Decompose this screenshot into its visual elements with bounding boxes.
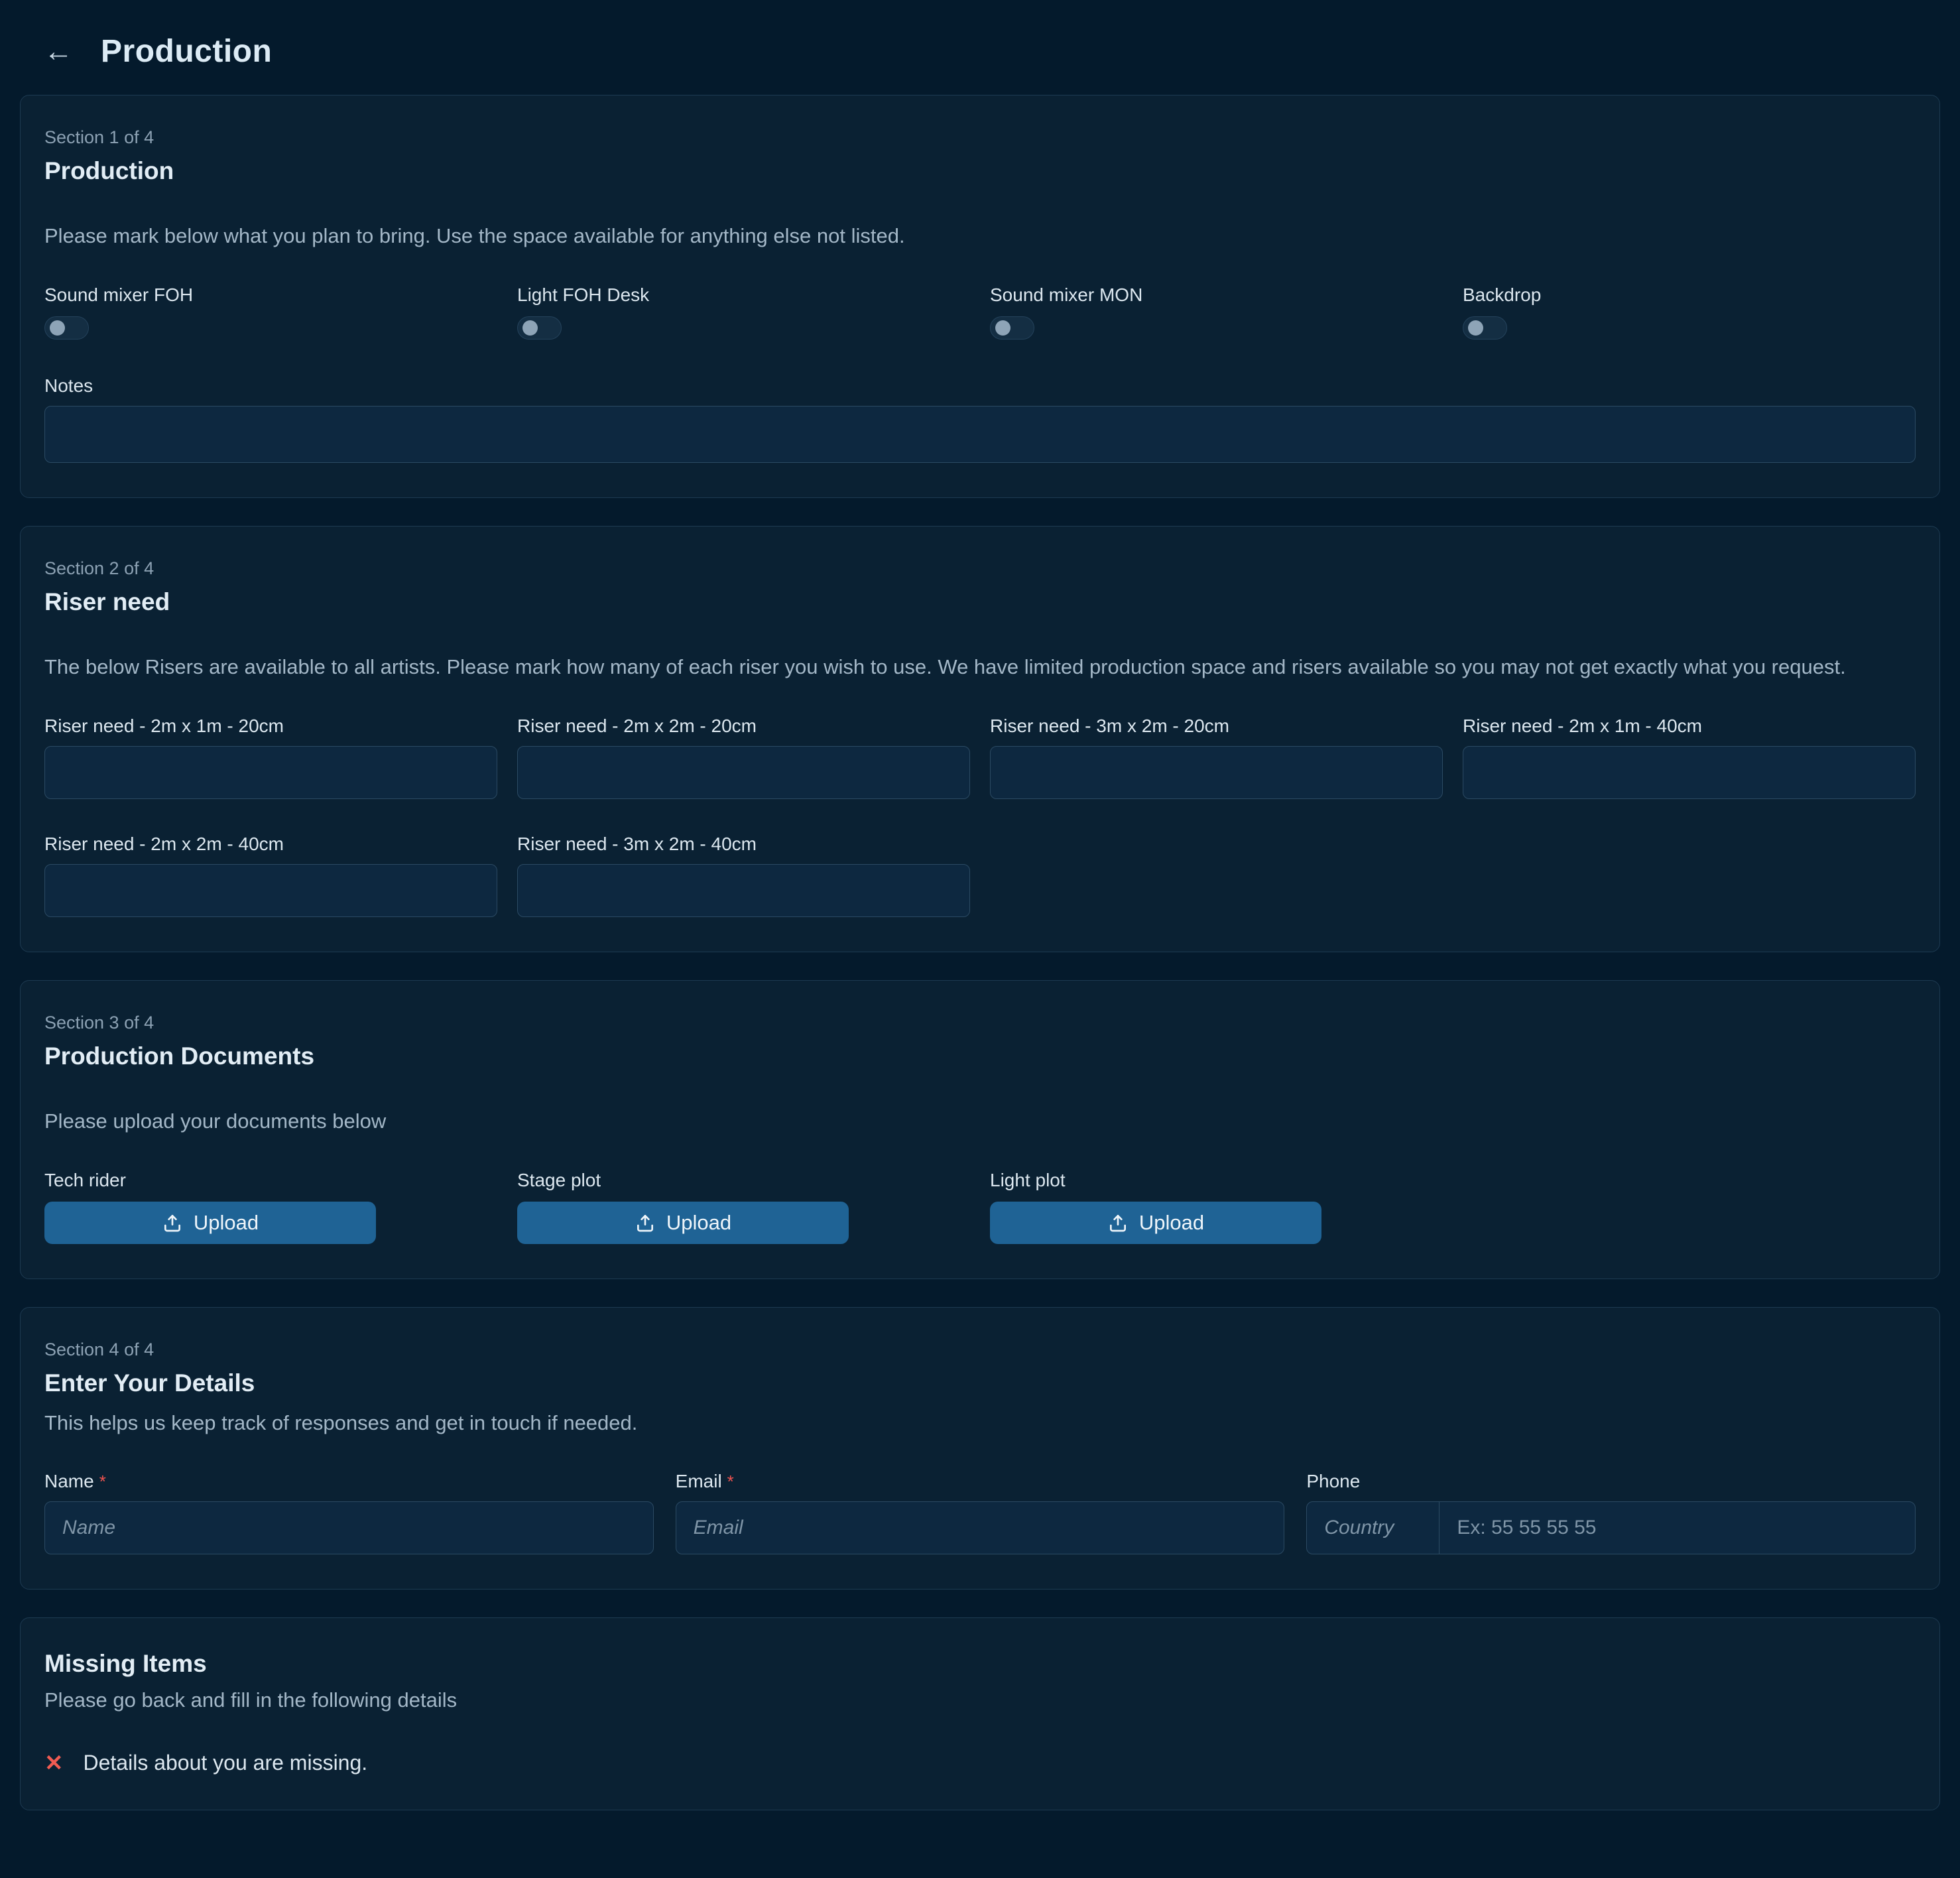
phone-label: Phone <box>1306 1471 1916 1492</box>
riser-input-3x2-20[interactable] <box>990 746 1443 799</box>
production-form-page: ← Production Section 1 of 4 Production P… <box>0 0 1960 1878</box>
missing-item-row: ✕ Details about you are missing. <box>44 1751 1916 1775</box>
riser-field-2x2-20: Riser need - 2m x 2m - 20cm <box>517 716 970 799</box>
section-enter-details-card: Section 4 of 4 Enter Your Details This h… <box>20 1307 1940 1590</box>
arrow-left-icon: ← <box>44 35 73 68</box>
name-label: Name* <box>44 1471 654 1492</box>
email-label: Email* <box>676 1471 1285 1492</box>
riser-label: Riser need - 2m x 1m - 40cm <box>1463 716 1916 737</box>
section-riser-need-card: Section 2 of 4 Riser need The below Rise… <box>20 526 1940 952</box>
phone-input-group <box>1306 1501 1916 1554</box>
toggle-field-light-foh-desk: Light FOH Desk <box>517 284 970 340</box>
section-production-documents-card: Section 3 of 4 Production Documents Plea… <box>20 980 1940 1279</box>
riser-field-3x2-20: Riser need - 3m x 2m - 20cm <box>990 716 1443 799</box>
upload-field-light-plot: Light plot Upload <box>990 1170 1443 1244</box>
toggle-field-sound-mixer-mon: Sound mixer MON <box>990 284 1443 340</box>
upload-button-tech-rider[interactable]: Upload <box>44 1202 376 1244</box>
missing-items-subtitle: Please go back and fill in the following… <box>44 1688 1916 1712</box>
toggle-backdrop[interactable] <box>1463 316 1507 340</box>
notes-label: Notes <box>44 375 1916 397</box>
toggle-field-backdrop: Backdrop <box>1463 284 1916 340</box>
toggle-field-sound-mixer-foh: Sound mixer FOH <box>44 284 497 340</box>
missing-items-card: Missing Items Please go back and fill in… <box>20 1617 1940 1810</box>
riser-grid: Riser need - 2m x 1m - 20cm Riser need -… <box>44 716 1916 917</box>
required-asterisk: * <box>727 1471 734 1491</box>
toggle-grid: Sound mixer FOH Light FOH Desk Sound mix… <box>44 284 1916 340</box>
upload-button-label: Upload <box>666 1211 731 1235</box>
upload-label: Light plot <box>990 1170 1443 1191</box>
toggle-label: Backdrop <box>1463 284 1916 306</box>
toggle-label: Light FOH Desk <box>517 284 970 306</box>
phone-number-input[interactable] <box>1439 1502 1915 1554</box>
section-step-label: Section 3 of 4 <box>44 1013 1916 1033</box>
riser-input-3x2-40[interactable] <box>517 864 970 917</box>
riser-label: Riser need - 3m x 2m - 20cm <box>990 716 1443 737</box>
section-production-card: Section 1 of 4 Production Please mark be… <box>20 95 1940 498</box>
upload-icon <box>635 1212 656 1233</box>
riser-field-3x2-40: Riser need - 3m x 2m - 40cm <box>517 834 970 917</box>
missing-item-text: Details about you are missing. <box>84 1751 368 1775</box>
section-description: The below Risers are available to all ar… <box>44 653 1916 681</box>
riser-input-2x2-20[interactable] <box>517 746 970 799</box>
phone-field: Phone <box>1306 1471 1916 1554</box>
toggle-label: Sound mixer FOH <box>44 284 497 306</box>
back-button[interactable]: ← <box>41 34 76 69</box>
email-field: Email* <box>676 1471 1285 1554</box>
upload-field-stage-plot: Stage plot Upload <box>517 1170 970 1244</box>
upload-label: Tech rider <box>44 1170 497 1191</box>
toggle-sound-mixer-foh[interactable] <box>44 316 89 340</box>
riser-label: Riser need - 3m x 2m - 40cm <box>517 834 970 855</box>
notes-field: Notes <box>44 375 1916 463</box>
toggle-knob <box>1468 320 1483 336</box>
section-step-label: Section 2 of 4 <box>44 558 1916 579</box>
upload-button-label: Upload <box>194 1211 259 1235</box>
toggle-knob <box>995 320 1011 336</box>
section-step-label: Section 4 of 4 <box>44 1340 1916 1360</box>
toggle-knob <box>522 320 538 336</box>
page-header: ← Production <box>20 25 1940 95</box>
riser-input-2x2-40[interactable] <box>44 864 497 917</box>
riser-input-2x1-40[interactable] <box>1463 746 1916 799</box>
notes-textarea[interactable] <box>44 406 1916 463</box>
section-title: Enter Your Details <box>44 1369 1916 1397</box>
section-step-label: Section 1 of 4 <box>44 127 1916 148</box>
toggle-light-foh-desk[interactable] <box>517 316 562 340</box>
upload-icon <box>162 1212 183 1233</box>
toggle-label: Sound mixer MON <box>990 284 1443 306</box>
name-field: Name* <box>44 1471 654 1554</box>
section-title: Riser need <box>44 588 1916 616</box>
riser-field-2x1-20: Riser need - 2m x 1m - 20cm <box>44 716 497 799</box>
toggle-knob <box>50 320 65 336</box>
section-title: Production <box>44 157 1916 185</box>
upload-label: Stage plot <box>517 1170 970 1191</box>
riser-label: Riser need - 2m x 1m - 20cm <box>44 716 497 737</box>
missing-items-title: Missing Items <box>44 1650 1916 1678</box>
upload-field-tech-rider: Tech rider Upload <box>44 1170 497 1244</box>
x-icon: ✕ <box>44 1752 64 1775</box>
riser-field-2x2-40: Riser need - 2m x 2m - 40cm <box>44 834 497 917</box>
email-input[interactable] <box>676 1501 1285 1554</box>
upload-button-label: Upload <box>1139 1211 1204 1235</box>
details-grid: Name* Email* Phone <box>44 1471 1916 1554</box>
page-title: Production <box>101 33 272 70</box>
section-title: Production Documents <box>44 1042 1916 1070</box>
upload-icon <box>1107 1212 1129 1233</box>
upload-button-light-plot[interactable]: Upload <box>990 1202 1321 1244</box>
toggle-sound-mixer-mon[interactable] <box>990 316 1034 340</box>
name-input[interactable] <box>44 1501 654 1554</box>
required-asterisk: * <box>99 1471 106 1491</box>
upload-button-stage-plot[interactable]: Upload <box>517 1202 849 1244</box>
riser-label: Riser need - 2m x 2m - 40cm <box>44 834 497 855</box>
section-description: Please upload your documents below <box>44 1107 1916 1135</box>
riser-field-2x1-40: Riser need - 2m x 1m - 40cm <box>1463 716 1916 799</box>
upload-grid: Tech rider Upload Stage plot Upload Ligh… <box>44 1170 1916 1244</box>
riser-input-2x1-20[interactable] <box>44 746 497 799</box>
section-description: Please mark below what you plan to bring… <box>44 222 1916 250</box>
phone-country-input[interactable] <box>1307 1502 1439 1554</box>
section-description: This helps us keep track of responses an… <box>44 1409 1916 1437</box>
riser-label: Riser need - 2m x 2m - 20cm <box>517 716 970 737</box>
